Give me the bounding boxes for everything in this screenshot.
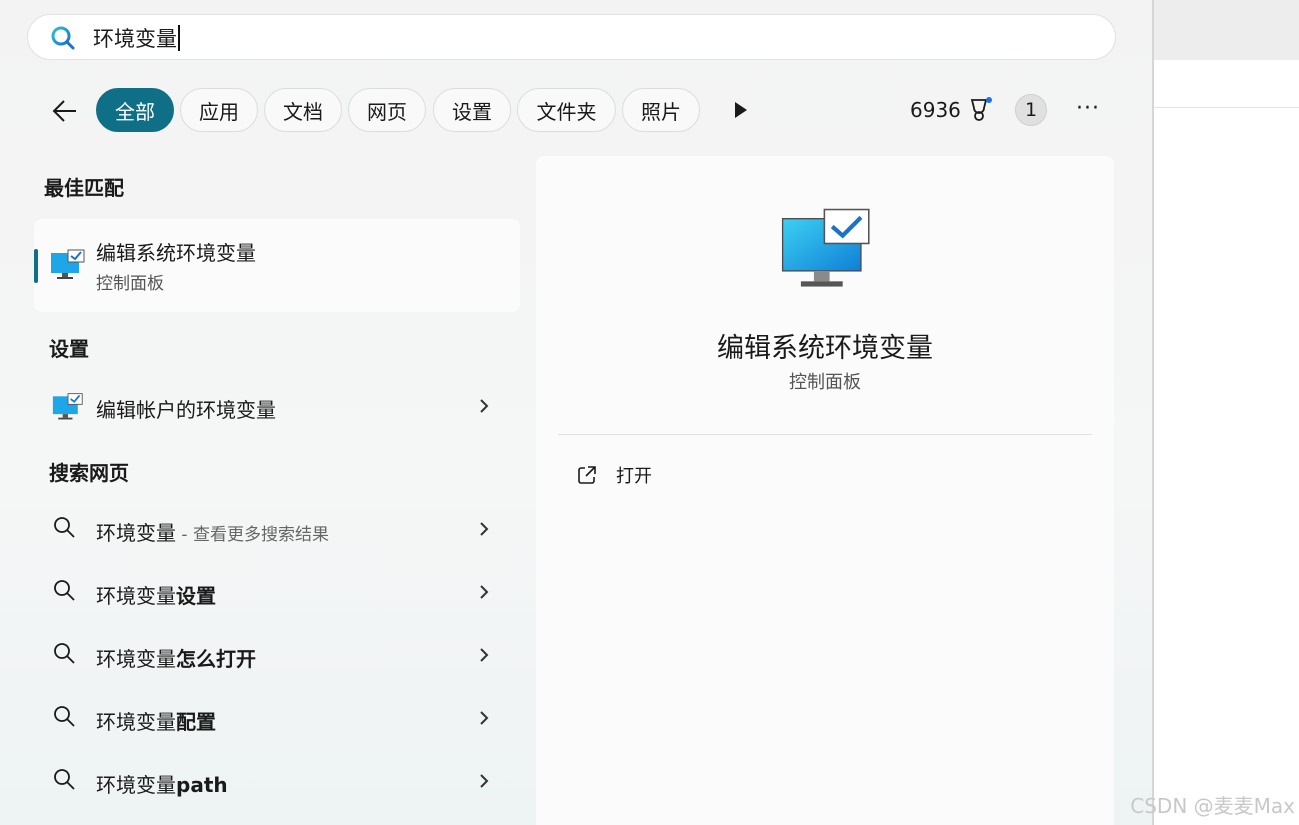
filter-photos[interactable]: 照片 xyxy=(622,88,700,132)
filter-folders[interactable]: 文件夹 xyxy=(517,88,616,132)
web-result-item[interactable]: 环境变量path xyxy=(34,757,520,807)
open-external-icon xyxy=(578,466,596,484)
search-icon xyxy=(54,643,75,664)
web-result-label: 环境变量怎么打开 xyxy=(96,643,256,672)
points-value: 6936 xyxy=(910,98,961,122)
search-input[interactable]: 环境变量 xyxy=(93,23,180,53)
back-arrow-icon[interactable] xyxy=(50,96,80,126)
watermark: CSDN @麦麦Max xyxy=(1130,794,1295,818)
web-result-query: 环境变量 xyxy=(96,584,176,608)
best-match-subtitle: 控制面板 xyxy=(96,274,164,294)
system-properties-icon xyxy=(52,393,83,420)
system-properties-icon xyxy=(51,249,85,279)
account-badge[interactable]: 1 xyxy=(1015,94,1047,126)
settings-result-item[interactable]: 编辑帐户的环境变量 xyxy=(34,382,520,432)
web-result-label: 环境变量设置 xyxy=(96,580,216,609)
web-result-suggestion: path xyxy=(176,773,228,797)
filter-web[interactable]: 网页 xyxy=(348,88,426,132)
more-options-icon[interactable]: ··· xyxy=(1076,96,1100,121)
web-result-item[interactable]: 环境变量怎么打开 xyxy=(34,631,520,681)
background-window xyxy=(1152,0,1299,825)
detail-title: 编辑系统环境变量 xyxy=(717,333,933,364)
chevron-right-icon xyxy=(480,711,489,725)
settings-heading: 设置 xyxy=(49,337,89,361)
search-panel: 环境变量 全部 应用 文档 网页 设置 文件夹 照片 6936 1 ··· 最佳… xyxy=(0,0,1152,825)
best-match-heading: 最佳匹配 xyxy=(44,176,124,200)
web-result-label: 环境变量path xyxy=(96,769,228,798)
text-caret xyxy=(178,25,180,51)
filter-settings[interactable]: 设置 xyxy=(433,88,511,132)
settings-result-label: 编辑帐户的环境变量 xyxy=(96,398,276,422)
web-search-heading: 搜索网页 xyxy=(49,461,129,485)
background-window-divider xyxy=(1154,107,1299,108)
web-result-hint: - 查看更多搜索结果 xyxy=(176,525,329,545)
chevron-right-icon xyxy=(480,522,489,536)
search-icon xyxy=(51,26,75,50)
web-result-query: 环境变量 xyxy=(96,773,176,797)
web-result-label: 环境变量配置 xyxy=(96,706,216,735)
filter-toolbar: 全部 应用 文档 网页 设置 文件夹 照片 6936 1 ··· xyxy=(0,86,1152,134)
web-result-label: 环境变量 - 查看更多搜索结果 xyxy=(96,517,329,546)
rewards-points[interactable]: 6936 xyxy=(910,96,993,124)
detail-pane: 编辑系统环境变量 控制面板 打开 xyxy=(536,156,1114,825)
best-match-title: 编辑系统环境变量 xyxy=(96,241,256,265)
system-properties-icon xyxy=(781,208,870,287)
web-result-item[interactable]: 环境变量配置 xyxy=(34,694,520,744)
search-icon xyxy=(54,517,75,538)
more-filters-play-icon[interactable] xyxy=(733,101,749,119)
selection-indicator xyxy=(34,249,38,283)
web-result-query: 环境变量 xyxy=(96,647,176,671)
search-query: 环境变量 xyxy=(93,27,177,51)
web-result-query: 环境变量 xyxy=(96,710,176,734)
web-result-item[interactable]: 环境变量设置 xyxy=(34,568,520,618)
chevron-right-icon xyxy=(480,399,489,413)
background-window-header xyxy=(1154,0,1299,60)
search-icon xyxy=(54,706,75,727)
web-result-query: 环境变量 xyxy=(96,521,176,545)
web-result-item[interactable]: 环境变量 - 查看更多搜索结果 xyxy=(34,505,520,555)
open-action-label: 打开 xyxy=(616,466,652,487)
rewards-trophy-icon xyxy=(970,97,992,121)
web-result-suggestion: 设置 xyxy=(176,584,216,608)
filter-apps[interactable]: 应用 xyxy=(180,88,258,132)
search-icon xyxy=(54,769,75,790)
open-action[interactable]: 打开 xyxy=(576,462,652,488)
search-icon xyxy=(54,580,75,601)
web-result-suggestion: 怎么打开 xyxy=(176,647,256,671)
best-match-item[interactable]: 编辑系统环境变量 控制面板 xyxy=(34,219,520,312)
detail-subtitle: 控制面板 xyxy=(789,372,861,393)
web-result-suggestion: 配置 xyxy=(176,710,216,734)
search-box[interactable]: 环境变量 xyxy=(27,14,1116,60)
chevron-right-icon xyxy=(480,648,489,662)
filter-all[interactable]: 全部 xyxy=(96,88,174,132)
chevron-right-icon xyxy=(480,774,489,788)
divider xyxy=(558,434,1092,435)
chevron-right-icon xyxy=(480,585,489,599)
filter-documents[interactable]: 文档 xyxy=(264,88,342,132)
